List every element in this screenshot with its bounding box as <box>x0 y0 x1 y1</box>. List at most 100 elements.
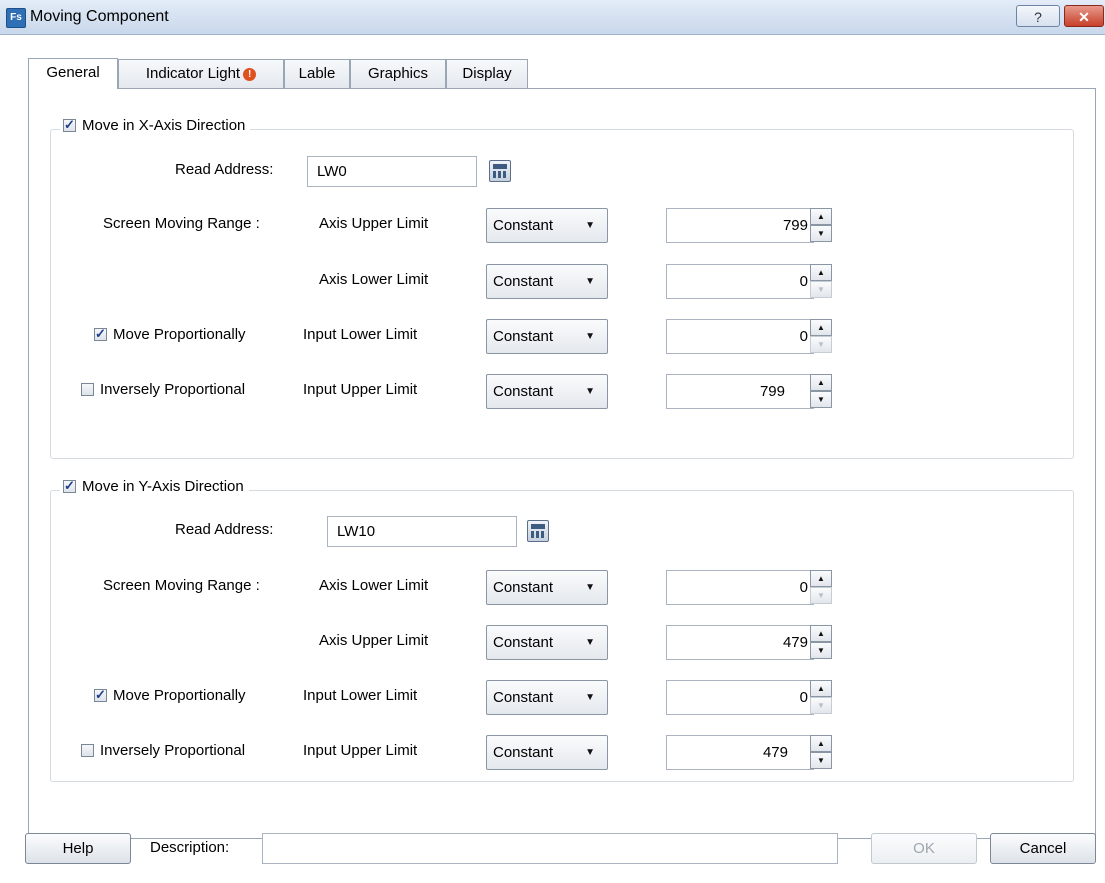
tab-lable-label: Lable <box>298 65 336 82</box>
y-input-lower-limit-input[interactable]: 0 <box>666 680 814 715</box>
y-input-upper-limit-input[interactable]: 479 <box>666 735 814 770</box>
close-icon[interactable]: ✕ <box>1064 5 1104 27</box>
x-input-upper-limit-label: Input Upper Limit <box>303 381 418 398</box>
y-read-address-label: Read Address: <box>175 521 274 538</box>
spin-up-icon[interactable]: ▲ <box>810 264 832 281</box>
y-axis-enable[interactable]: Move in Y-Axis Direction <box>60 478 249 495</box>
y-axis-upper-limit-mode-select[interactable]: Constant ▼ <box>486 625 608 660</box>
y-move-proportionally-label: Move Proportionally <box>113 687 246 704</box>
y-inversely-proportional[interactable]: Inversely Proportional <box>81 742 245 759</box>
x-axis-group: Move in X-Axis Direction Read Address: L… <box>50 117 1074 459</box>
tab-lable[interactable]: Lable <box>284 59 350 88</box>
spin-value: 0 <box>799 579 808 596</box>
select-value: Constant <box>493 217 554 234</box>
tab-general[interactable]: General <box>28 58 118 89</box>
y-axis-lower-limit-mode-select[interactable]: Constant ▼ <box>486 570 608 605</box>
description-input[interactable] <box>262 833 838 864</box>
y-address-keypad-icon[interactable] <box>527 520 549 542</box>
x-address-keypad-icon[interactable] <box>489 160 511 182</box>
x-input-upper-limit-spinner: ▲ ▼ <box>810 374 832 409</box>
y-move-proportionally[interactable]: Move Proportionally <box>94 687 246 704</box>
x-axis-lower-limit-input[interactable]: 0 <box>666 264 814 299</box>
select-value: Constant <box>493 634 554 651</box>
dropdown-arrow-icon: ▼ <box>585 637 595 648</box>
general-panel: Move in X-Axis Direction Read Address: L… <box>28 88 1096 839</box>
x-move-proportionally-checkbox[interactable] <box>94 326 107 342</box>
help-icon[interactable]: ? <box>1016 5 1060 27</box>
select-value: Constant <box>493 273 554 290</box>
y-read-address-input[interactable]: LW10 <box>327 516 517 547</box>
spin-up-icon[interactable]: ▲ <box>810 374 832 391</box>
spin-up-icon[interactable]: ▲ <box>810 570 832 587</box>
spin-up-icon[interactable]: ▲ <box>810 319 832 336</box>
tab-graphics-label: Graphics <box>367 65 429 82</box>
spin-down-icon[interactable]: ▼ <box>810 587 832 604</box>
y-input-upper-limit-label: Input Upper Limit <box>303 742 418 759</box>
spin-value: 0 <box>799 689 808 706</box>
x-read-address-label: Read Address: <box>175 161 274 178</box>
x-input-lower-limit-input[interactable]: 0 <box>666 319 814 354</box>
tab-indicator-light-label: Indicator Light <box>145 65 241 82</box>
spin-down-icon[interactable]: ▼ <box>810 391 832 408</box>
select-value: Constant <box>493 579 554 596</box>
y-axis-lower-limit-spinner: ▲ ▼ <box>810 570 832 605</box>
spin-down-icon[interactable]: ▼ <box>810 642 832 659</box>
cancel-button[interactable]: Cancel <box>990 833 1096 864</box>
y-input-lower-limit-label: Input Lower Limit <box>303 687 418 704</box>
y-input-upper-limit-mode-select[interactable]: Constant ▼ <box>486 735 608 770</box>
dropdown-arrow-icon: ▼ <box>585 747 595 758</box>
dialog-body: General Indicator Light! Lable Graphics … <box>0 35 1105 883</box>
x-axis-upper-limit-input[interactable]: 799 <box>666 208 814 243</box>
x-screen-moving-range-label: Screen Moving Range : <box>103 215 260 232</box>
spin-down-icon[interactable]: ▼ <box>810 336 832 353</box>
y-axis-lower-limit-label: Axis Lower Limit <box>319 577 429 594</box>
tab-graphics[interactable]: Graphics <box>350 59 446 88</box>
app-icon: Fs <box>6 8 26 28</box>
spin-up-icon[interactable]: ▲ <box>810 680 832 697</box>
y-axis-enable-checkbox[interactable] <box>63 478 76 494</box>
y-axis-lower-limit-input[interactable]: 0 <box>666 570 814 605</box>
spin-value: 799 <box>759 383 785 400</box>
select-value: Constant <box>493 328 554 345</box>
x-axis-lower-limit-label: Axis Lower Limit <box>319 271 429 288</box>
spin-up-icon[interactable]: ▲ <box>810 208 832 225</box>
y-axis-upper-limit-input[interactable]: 479 <box>666 625 814 660</box>
y-move-proportionally-checkbox[interactable] <box>94 687 107 703</box>
y-inversely-proportional-label: Inversely Proportional <box>100 742 246 759</box>
tab-indicator-light[interactable]: Indicator Light! <box>118 59 284 88</box>
y-input-lower-limit-mode-select[interactable]: Constant ▼ <box>486 680 608 715</box>
spin-value: 0 <box>799 328 808 345</box>
spin-down-icon[interactable]: ▼ <box>810 225 832 242</box>
spin-down-icon[interactable]: ▼ <box>810 752 832 769</box>
x-inversely-proportional-checkbox[interactable] <box>81 383 94 396</box>
select-value: Constant <box>493 744 554 761</box>
x-input-upper-limit-input[interactable]: 799 <box>666 374 814 409</box>
spin-up-icon[interactable]: ▲ <box>810 735 832 752</box>
ok-button[interactable]: OK <box>871 833 977 864</box>
x-read-address-input[interactable]: LW0 <box>307 156 477 187</box>
dropdown-arrow-icon: ▼ <box>585 582 595 593</box>
tab-display[interactable]: Display <box>446 59 528 88</box>
x-axis-upper-limit-mode-select[interactable]: Constant ▼ <box>486 208 608 243</box>
spin-down-icon[interactable]: ▼ <box>810 281 832 298</box>
x-axis-enable-checkbox[interactable] <box>63 117 76 133</box>
y-axis-upper-limit-label: Axis Upper Limit <box>319 632 429 649</box>
x-input-lower-limit-mode-select[interactable]: Constant ▼ <box>486 319 608 354</box>
y-input-lower-limit-spinner: ▲ ▼ <box>810 680 832 715</box>
y-screen-moving-range-label: Screen Moving Range : <box>103 577 260 594</box>
y-inversely-proportional-checkbox[interactable] <box>81 744 94 757</box>
spin-value: 0 <box>799 273 808 290</box>
dropdown-arrow-icon: ▼ <box>585 386 595 397</box>
x-move-proportionally[interactable]: Move Proportionally <box>94 326 246 343</box>
spin-up-icon[interactable]: ▲ <box>810 625 832 642</box>
spin-value: 799 <box>782 217 808 234</box>
x-axis-enable[interactable]: Move in X-Axis Direction <box>60 117 251 134</box>
spin-down-icon[interactable]: ▼ <box>810 697 832 714</box>
dropdown-arrow-icon: ▼ <box>585 220 595 231</box>
x-input-upper-limit-mode-select[interactable]: Constant ▼ <box>486 374 608 409</box>
x-inversely-proportional[interactable]: Inversely Proportional <box>81 381 245 398</box>
x-input-lower-limit-label: Input Lower Limit <box>303 326 418 343</box>
x-axis-lower-limit-mode-select[interactable]: Constant ▼ <box>486 264 608 299</box>
help-button[interactable]: Help <box>25 833 131 864</box>
y-axis-group: Move in Y-Axis Direction Read Address: L… <box>50 478 1074 782</box>
